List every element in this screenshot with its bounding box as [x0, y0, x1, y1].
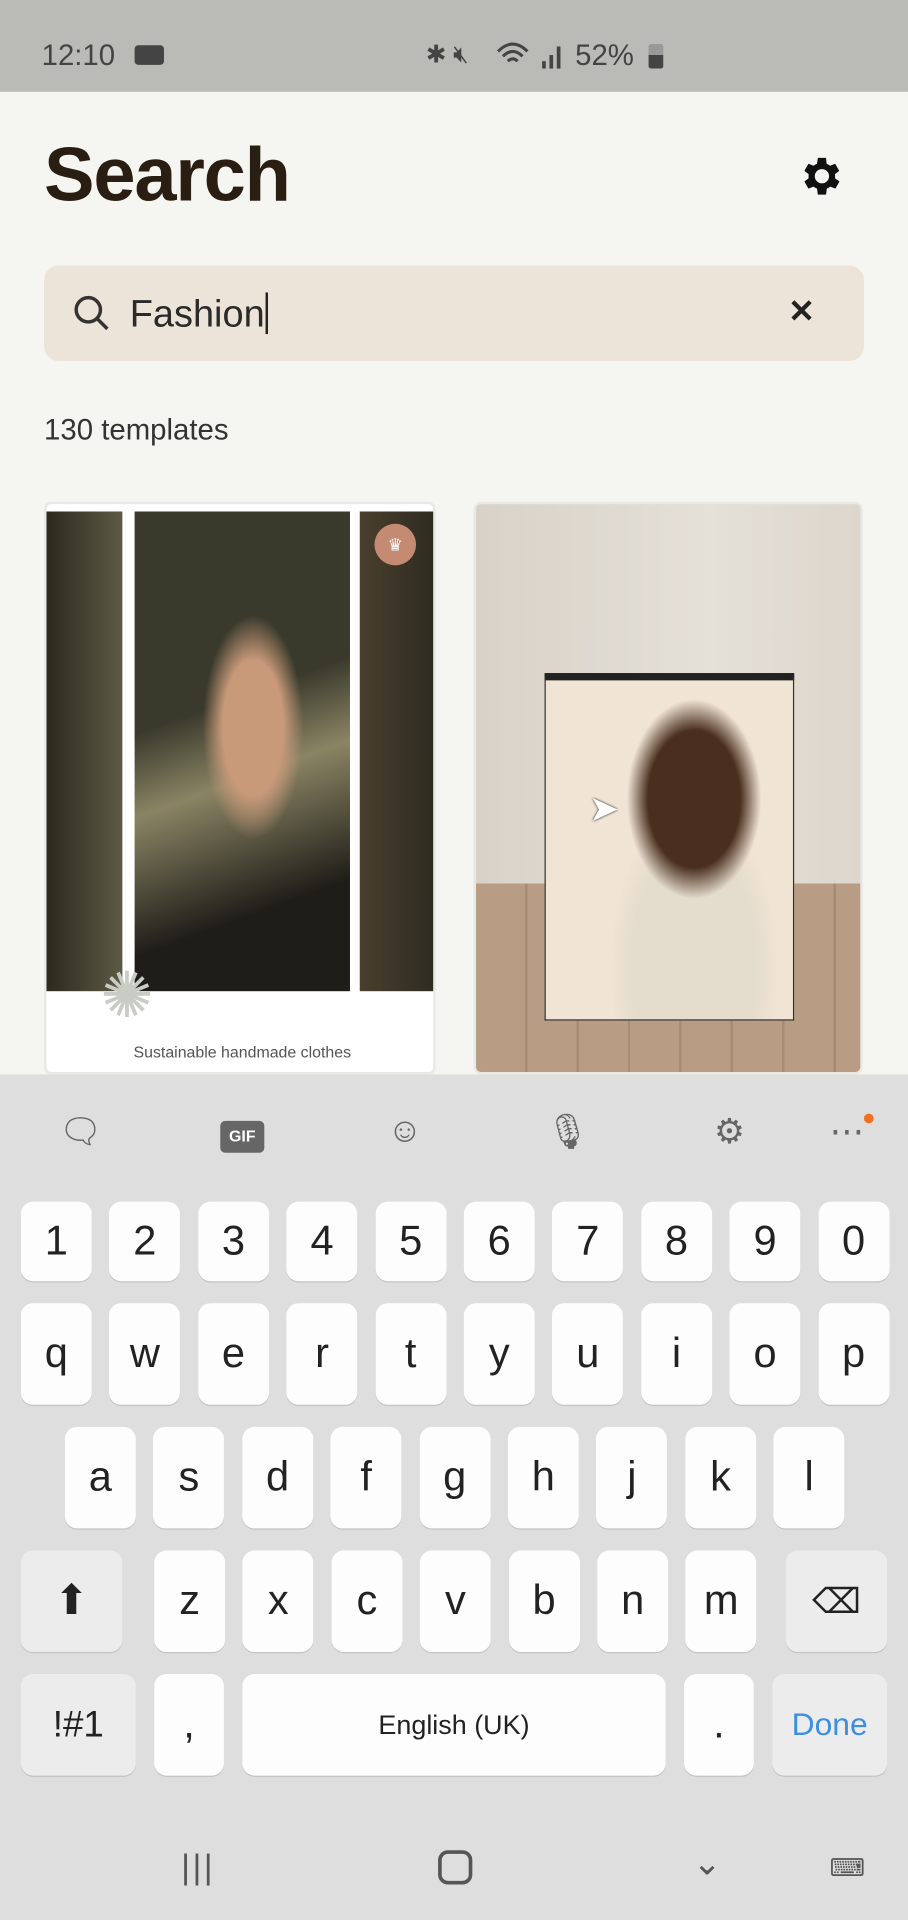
key-1[interactable]: 1 [20, 1201, 92, 1282]
search-value[interactable]: Fashion [130, 292, 269, 336]
recent-apps-icon[interactable]: ||| [181, 1848, 215, 1887]
sticker-icon[interactable]: 🗨︎ [56, 1111, 105, 1160]
key-z[interactable]: z [154, 1550, 226, 1652]
key-i[interactable]: i [640, 1303, 712, 1405]
backspace-key[interactable]: ⌫ [785, 1550, 888, 1652]
key-3[interactable]: 3 [197, 1201, 269, 1282]
key-m[interactable]: m [685, 1550, 757, 1652]
key-j[interactable]: j [596, 1426, 668, 1529]
key-s[interactable]: s [153, 1426, 225, 1529]
key-d[interactable]: d [242, 1426, 314, 1529]
done-key[interactable]: Done [772, 1674, 888, 1776]
crown-icon: ♛ [374, 523, 417, 566]
key-g[interactable]: g [419, 1426, 491, 1529]
key-r[interactable]: r [286, 1303, 358, 1405]
space-key[interactable]: English (UK) [242, 1674, 666, 1776]
page-title: Search [44, 133, 291, 218]
clock: 12:10 [41, 39, 116, 73]
period-key[interactable]: . [684, 1674, 754, 1776]
key-a[interactable]: a [64, 1426, 136, 1529]
search-input[interactable]: Fashion ✕ [44, 265, 864, 361]
template-image [359, 511, 434, 992]
battery-icon [648, 44, 664, 69]
gif-button[interactable]: GIF [220, 1120, 265, 1153]
emoji-icon[interactable]: ☺ [381, 1111, 430, 1160]
key-y[interactable]: y [463, 1303, 535, 1405]
status-bar: 12:10 ✱ 🔇︎ ︎ 52% [0, 0, 908, 92]
key-n[interactable]: n [597, 1550, 669, 1652]
template-image [46, 511, 123, 992]
back-icon[interactable]: ⌄ [693, 1843, 722, 1883]
clear-search-button[interactable]: ✕ [788, 292, 815, 330]
cursor-icon: ➤ [588, 789, 620, 830]
battery-percent: 52% [575, 39, 634, 73]
results-count: 130 templates [44, 413, 229, 447]
home-icon[interactable] [438, 1850, 473, 1885]
key-v[interactable]: v [419, 1550, 491, 1652]
navigation-bar: ||| ⌄ ⌨ [0, 1811, 908, 1920]
comma-key[interactable]: , [154, 1674, 224, 1776]
gear-icon[interactable] [795, 152, 844, 201]
keyboard-icon[interactable]: ⌨ [830, 1853, 865, 1884]
symbols-key[interactable]: !#1 [20, 1674, 136, 1776]
key-h[interactable]: h [507, 1426, 579, 1529]
template-image [134, 511, 350, 992]
key-7[interactable]: 7 [552, 1201, 624, 1282]
key-0[interactable]: 0 [818, 1201, 890, 1282]
key-b[interactable]: b [508, 1550, 580, 1652]
key-8[interactable]: 8 [640, 1201, 712, 1282]
key-5[interactable]: 5 [375, 1201, 447, 1282]
search-icon [74, 295, 109, 331]
key-w[interactable]: w [109, 1303, 181, 1405]
key-o[interactable]: o [729, 1303, 801, 1405]
gear-icon[interactable]: ⚙ [705, 1111, 754, 1160]
status-icons: ✱ 🔇︎ ︎ [425, 41, 476, 69]
template-card[interactable]: ♛ ✺ Sustainable handmade clothes [44, 501, 436, 1075]
key-9[interactable]: 9 [729, 1201, 801, 1282]
key-6[interactable]: 6 [463, 1201, 535, 1282]
key-t[interactable]: t [375, 1303, 447, 1405]
keyboard: 🗨︎ GIF ☺ 🎙︎ ⚙ ⋯ 1234567890qwertyuiopasdf… [0, 1074, 908, 1920]
notification-dot [863, 1113, 874, 1124]
key-l[interactable]: l [773, 1426, 845, 1529]
key-4[interactable]: 4 [286, 1201, 358, 1282]
key-u[interactable]: u [552, 1303, 624, 1405]
starburst-icon: ✺ [100, 960, 154, 1032]
key-p[interactable]: p [818, 1303, 890, 1405]
video-record-icon [134, 45, 164, 65]
wifi-signal-icon [496, 42, 561, 69]
shift-key[interactable]: ⬆ [20, 1550, 123, 1652]
card-caption: Sustainable handmade clothes [133, 1042, 352, 1061]
key-q[interactable]: q [20, 1303, 92, 1405]
key-f[interactable]: f [330, 1426, 402, 1529]
key-k[interactable]: k [685, 1426, 756, 1529]
key-2[interactable]: 2 [109, 1201, 181, 1282]
template-card[interactable]: ➤ [473, 501, 863, 1075]
mic-icon[interactable]: 🎙︎ [543, 1111, 592, 1160]
key-c[interactable]: c [331, 1550, 403, 1652]
key-e[interactable]: e [197, 1303, 269, 1405]
template-image [544, 673, 795, 1021]
key-x[interactable]: x [242, 1550, 314, 1652]
